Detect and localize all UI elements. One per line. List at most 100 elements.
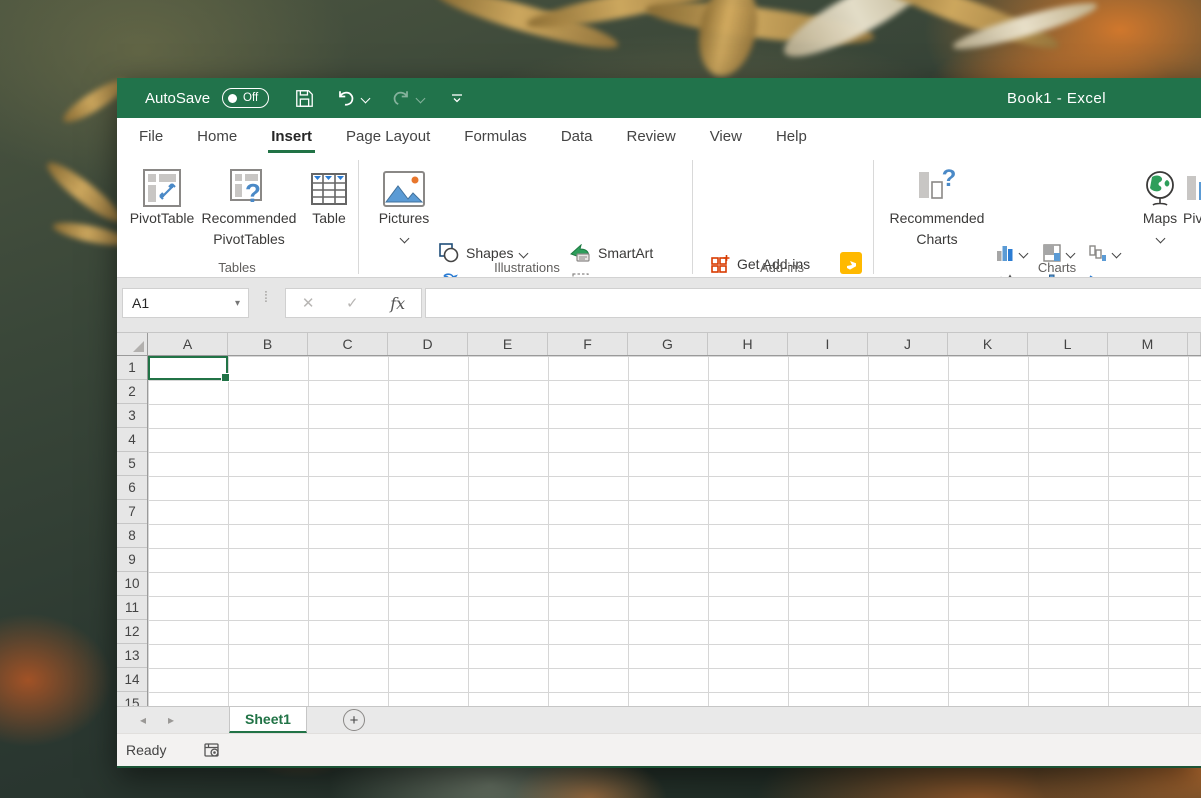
formula-input[interactable] bbox=[425, 288, 1201, 318]
recommended-charts-icon: ? bbox=[916, 168, 958, 208]
row-header-3[interactable]: 3 bbox=[117, 404, 147, 428]
undo-dropdown-icon[interactable] bbox=[361, 93, 371, 103]
wallpaper-leaf bbox=[775, 0, 939, 70]
redo-icon bbox=[391, 88, 411, 108]
row-header-6[interactable]: 6 bbox=[117, 476, 147, 500]
row-header-13[interactable]: 13 bbox=[117, 644, 147, 668]
pictures-dropdown-icon bbox=[399, 234, 409, 244]
column-header-g[interactable]: G bbox=[628, 333, 708, 355]
new-sheet-button[interactable]: + bbox=[343, 709, 365, 731]
column-header-l[interactable]: L bbox=[1028, 333, 1108, 355]
row-headers: 123456789101112131415 bbox=[117, 356, 148, 706]
addins-group-label: Add-ins bbox=[722, 260, 842, 275]
ribbon: PivotTable ? Recommended PivotTables Tab… bbox=[117, 155, 1201, 278]
row-header-1[interactable]: 1 bbox=[117, 356, 147, 380]
row-header-8[interactable]: 8 bbox=[117, 524, 147, 548]
name-box[interactable]: A1 ▾ bbox=[122, 288, 249, 318]
autosave-toggle[interactable]: Off bbox=[222, 88, 269, 108]
menu-tab-help[interactable]: Help bbox=[776, 128, 807, 145]
row-header-5[interactable]: 5 bbox=[117, 452, 147, 476]
column-header-f[interactable]: F bbox=[548, 333, 628, 355]
menu-tab-page-layout[interactable]: Page Layout bbox=[346, 128, 430, 145]
cell-area[interactable] bbox=[148, 356, 1201, 706]
select-all-button[interactable] bbox=[117, 333, 148, 355]
recommended-charts-button[interactable]: ? Recommended Charts bbox=[885, 158, 989, 274]
row-header-15[interactable]: 15 bbox=[117, 692, 147, 706]
maps-dropdown-icon bbox=[1155, 234, 1165, 244]
fill-handle[interactable] bbox=[221, 373, 230, 382]
spreadsheet-grid[interactable]: 123456789101112131415 bbox=[117, 356, 1201, 706]
name-box-dropdown-icon[interactable]: ▾ bbox=[235, 298, 240, 309]
save-button[interactable] bbox=[295, 89, 314, 108]
prev-sheet-button[interactable]: ◂ bbox=[129, 713, 157, 727]
select-all-triangle-icon bbox=[133, 341, 144, 352]
menu-tab-insert[interactable]: Insert bbox=[271, 128, 312, 145]
pictures-button[interactable]: Pictures bbox=[375, 158, 433, 274]
redo-button bbox=[391, 88, 424, 108]
row-header-4[interactable]: 4 bbox=[117, 428, 147, 452]
sheet-tab-sheet1[interactable]: Sheet1 bbox=[229, 707, 307, 733]
row-header-12[interactable]: 12 bbox=[117, 620, 147, 644]
recommended-pivottables-icon: ? bbox=[229, 168, 269, 208]
column-header-b[interactable]: B bbox=[228, 333, 308, 355]
row-header-10[interactable]: 10 bbox=[117, 572, 147, 596]
selected-cell-a1[interactable] bbox=[148, 356, 228, 380]
toggle-knob-icon bbox=[228, 94, 237, 103]
customize-quick-access-icon bbox=[450, 92, 464, 104]
insert-function-icon[interactable]: fx bbox=[390, 294, 405, 313]
row-header-11[interactable]: 11 bbox=[117, 596, 147, 620]
illustrations-group-label: Illustrations bbox=[447, 260, 607, 275]
menu-tab-formulas[interactable]: Formulas bbox=[464, 128, 527, 145]
name-box-value: A1 bbox=[132, 295, 235, 311]
column-header-m[interactable]: M bbox=[1108, 333, 1188, 355]
column-header-k[interactable]: K bbox=[948, 333, 1028, 355]
menu-tab-home[interactable]: Home bbox=[197, 128, 237, 145]
row-header-7[interactable]: 7 bbox=[117, 500, 147, 524]
pivotchart-button-partial[interactable]: Piv bbox=[1183, 158, 1201, 274]
column-headers: ABCDEFGHIJKLM bbox=[117, 332, 1201, 356]
undo-icon bbox=[336, 88, 356, 108]
title-bar: AutoSave Off bbox=[117, 78, 1201, 118]
macro-record-button[interactable] bbox=[204, 743, 221, 758]
group-separator bbox=[358, 160, 359, 274]
menu-tab-data[interactable]: Data bbox=[561, 128, 593, 145]
row-header-9[interactable]: 9 bbox=[117, 548, 147, 572]
menu-tab-file[interactable]: File bbox=[139, 128, 163, 145]
sheet-tab-bar: ◂ ▸ Sheet1 + bbox=[117, 706, 1201, 733]
save-icon bbox=[295, 89, 314, 108]
undo-button[interactable] bbox=[336, 88, 369, 108]
table-button[interactable]: Table bbox=[303, 158, 355, 274]
column-header-e[interactable]: E bbox=[468, 333, 548, 355]
cancel-icon[interactable]: ✕ bbox=[302, 294, 315, 312]
pivottable-icon bbox=[142, 168, 182, 208]
column-header-j[interactable]: J bbox=[868, 333, 948, 355]
formula-bar-buttons: ✕ ✓ fx bbox=[285, 288, 422, 318]
excel-window: AutoSave Off bbox=[117, 78, 1201, 768]
maps-globe-icon bbox=[1142, 170, 1178, 208]
column-header-d[interactable]: D bbox=[388, 333, 468, 355]
column-header-partial bbox=[1188, 333, 1201, 355]
status-mode: Ready bbox=[126, 742, 166, 758]
row-header-14[interactable]: 14 bbox=[117, 668, 147, 692]
enter-icon[interactable]: ✓ bbox=[346, 294, 359, 312]
pivottable-button[interactable]: PivotTable bbox=[125, 158, 199, 274]
window-title: Book1 - Excel bbox=[1007, 78, 1106, 118]
pictures-icon bbox=[382, 170, 426, 208]
bing-maps-addin-button[interactable] bbox=[840, 252, 862, 274]
menu-tab-review[interactable]: Review bbox=[627, 128, 676, 145]
recommended-pivottables-button[interactable]: ? Recommended PivotTables bbox=[199, 158, 299, 274]
formula-bar-drag-handle[interactable]: ⁞ bbox=[261, 292, 271, 303]
column-header-h[interactable]: H bbox=[708, 333, 788, 355]
bing-logo-icon bbox=[844, 256, 858, 270]
column-header-c[interactable]: C bbox=[308, 333, 388, 355]
menu-tab-view[interactable]: View bbox=[710, 128, 742, 145]
column-header-i[interactable]: I bbox=[788, 333, 868, 355]
customize-quick-access-button[interactable] bbox=[450, 92, 464, 104]
svg-text:?: ? bbox=[245, 178, 261, 208]
next-sheet-button[interactable]: ▸ bbox=[157, 713, 185, 727]
column-header-a[interactable]: A bbox=[148, 333, 228, 355]
table-icon bbox=[310, 170, 348, 208]
row-header-2[interactable]: 2 bbox=[117, 380, 147, 404]
maps-button[interactable]: Maps bbox=[1137, 158, 1183, 274]
formula-bar-row: A1 ▾ ⁞ ✕ ✓ fx bbox=[117, 278, 1201, 332]
